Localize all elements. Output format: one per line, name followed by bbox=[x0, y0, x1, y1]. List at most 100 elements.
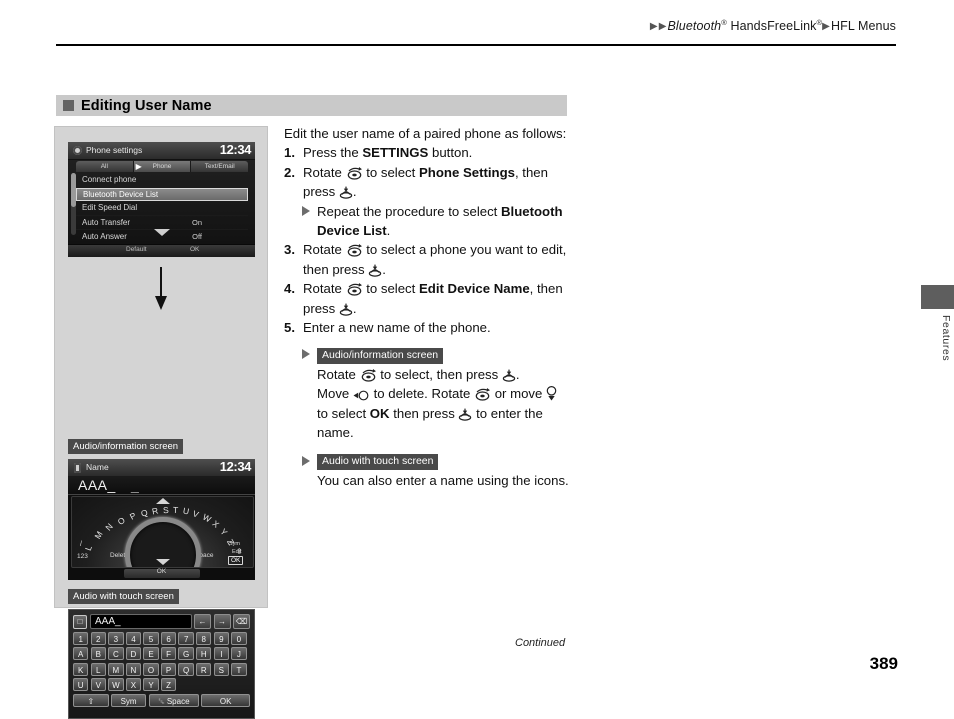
key-3[interactable]: 3 bbox=[108, 631, 124, 645]
key-9[interactable]: 9 bbox=[213, 631, 230, 645]
key-d[interactable]: D bbox=[125, 647, 142, 660]
screen1-tab-phone-label: Phone bbox=[152, 163, 172, 170]
screen1-tabrow: All ▶ Phone Text/Email bbox=[76, 161, 249, 172]
key-blank bbox=[231, 678, 246, 691]
key-f[interactable]: F bbox=[160, 647, 177, 660]
note-2-text: You can also enter a name using the icon… bbox=[317, 472, 569, 488]
key-blank bbox=[196, 678, 211, 691]
breadcrumb-item-hfl-menus: HFL Menus bbox=[830, 19, 896, 34]
key-6[interactable]: 6 bbox=[160, 631, 177, 645]
backspace-icon[interactable]: ⌫ bbox=[233, 614, 250, 629]
arc-letter: T bbox=[172, 504, 179, 516]
scroll-down-icon[interactable] bbox=[153, 229, 170, 236]
arc-letter: Y bbox=[218, 526, 230, 538]
screen2-ok-bar[interactable]: OK bbox=[123, 568, 200, 578]
screen1-tab-textemail[interactable]: Text/Email bbox=[190, 161, 249, 172]
press-knob-icon bbox=[369, 264, 382, 277]
screen2-rotary-selector[interactable]: L M N O P Q R S T U V W X Y Z ⇧ 123 / Sy… bbox=[71, 496, 254, 568]
space-key-label: Space bbox=[166, 697, 190, 706]
key-u[interactable]: U bbox=[73, 678, 89, 691]
key-z[interactable]: Z bbox=[160, 678, 177, 691]
caption-audio-information-screen: Audio/information screen bbox=[68, 439, 184, 454]
screen1-ok-button[interactable]: OK bbox=[190, 246, 199, 253]
step-1: 1. Press the SETTINGS button. bbox=[284, 143, 574, 162]
arc-letter: R bbox=[151, 505, 160, 517]
key-a[interactable]: A bbox=[73, 647, 89, 660]
key-5[interactable]: 5 bbox=[143, 631, 159, 645]
key-g[interactable]: G bbox=[178, 647, 194, 660]
screen-phone-settings: Phone settings 12:34 All ▶ Phone Text/Em… bbox=[68, 142, 255, 257]
key-v[interactable]: V bbox=[90, 678, 106, 691]
key-c[interactable]: C bbox=[108, 647, 124, 660]
step-3-tail: . bbox=[382, 261, 386, 277]
label-sym[interactable]: Sym bbox=[229, 541, 240, 547]
label-edit[interactable]: Edit bbox=[232, 549, 241, 555]
rotate-knob-icon bbox=[347, 166, 362, 180]
key-4[interactable]: 4 bbox=[125, 631, 142, 645]
step-2-tail: . bbox=[352, 184, 357, 200]
move-left-knob-icon bbox=[353, 390, 369, 401]
key-blank bbox=[214, 678, 229, 691]
note-1-l2-pre: Move bbox=[317, 386, 353, 402]
note-1-line-1: Rotate to select, then press . bbox=[284, 365, 574, 384]
menu-row-edit-speed-dial[interactable]: Edit Speed Dial bbox=[76, 201, 248, 216]
label-123[interactable]: 123 bbox=[77, 553, 88, 560]
keyboard-top-row: □ AAA_ ← → ⌫ bbox=[73, 614, 250, 629]
key-e[interactable]: E bbox=[143, 647, 159, 660]
shift-key-icon[interactable]: ⇧ bbox=[73, 694, 109, 707]
keyboard-text-input[interactable]: AAA_ bbox=[90, 614, 192, 629]
key-w[interactable]: W bbox=[108, 678, 124, 691]
ok-key[interactable]: OK bbox=[201, 694, 250, 707]
cursor-right-icon[interactable]: → bbox=[213, 614, 231, 629]
menu-row-auto-answer-value: Off bbox=[192, 232, 202, 241]
arc-letter: N bbox=[103, 521, 115, 533]
screen1-bottombar: Default OK bbox=[68, 244, 255, 257]
keyboard-row-numbers: 1 2 3 4 5 6 7 8 9 0 bbox=[73, 631, 250, 645]
key-1[interactable]: 1 bbox=[73, 631, 89, 645]
screen1-tab-all[interactable]: All bbox=[76, 161, 133, 172]
illustration-panel: Phone settings 12:34 All ▶ Phone Text/Em… bbox=[54, 126, 268, 719]
arc-letter: V bbox=[191, 508, 201, 520]
rotate-knob-icon bbox=[347, 244, 362, 258]
key-8[interactable]: 8 bbox=[196, 631, 212, 645]
menu-row-auto-answer-label: Auto Answer bbox=[82, 232, 127, 241]
screen2-cursor-mark: _ bbox=[131, 477, 139, 493]
menu-row-auto-transfer[interactable]: Auto Transfer On bbox=[76, 216, 248, 230]
rotate-knob-icon bbox=[361, 368, 376, 382]
screen2-name-field[interactable]: AAA_ _ bbox=[68, 476, 255, 495]
note-1-l3-bold: OK bbox=[369, 405, 390, 421]
screen1-default-button[interactable]: Default bbox=[126, 246, 147, 253]
rotate-knob-icon bbox=[475, 388, 491, 401]
note-1-l2-mid: to delete. Rotate bbox=[369, 386, 475, 402]
arc-letter: P bbox=[127, 510, 138, 522]
tab-selected-arrow-icon: ▶ bbox=[135, 162, 142, 171]
key-x[interactable]: X bbox=[125, 678, 142, 691]
key-j[interactable]: J bbox=[231, 647, 247, 660]
instruction-body: Edit the user name of a paired phone as … bbox=[284, 124, 574, 490]
key-i[interactable]: I bbox=[213, 647, 230, 660]
sym-key[interactable]: Sym bbox=[110, 694, 147, 707]
cursor-left-icon[interactable]: ← bbox=[194, 614, 211, 629]
press-knob-icon bbox=[459, 408, 472, 421]
menu-row-connect-phone[interactable]: Connect phone bbox=[76, 173, 248, 188]
rotate-knob-icon bbox=[347, 283, 362, 296]
keyboard-language-icon[interactable]: □ bbox=[73, 614, 87, 629]
key-b[interactable]: B bbox=[90, 647, 106, 660]
key-h[interactable]: H bbox=[196, 647, 212, 660]
key-0[interactable]: 0 bbox=[231, 631, 247, 645]
key-2[interactable]: 2 bbox=[90, 631, 106, 645]
screen1-clock: 12:34 bbox=[219, 142, 252, 157]
key-y[interactable]: Y bbox=[143, 678, 159, 691]
key-7[interactable]: 7 bbox=[178, 631, 194, 645]
rotary-ok-box[interactable]: OK bbox=[228, 556, 244, 565]
rotary-up-arrow-icon[interactable] bbox=[155, 498, 170, 504]
space-key[interactable]: ␛ Space bbox=[148, 694, 200, 707]
rotary-down-arrow-icon[interactable] bbox=[155, 559, 170, 565]
menu-row-bluetooth-device-list[interactable]: Bluetooth Device List bbox=[76, 187, 248, 201]
step-2-pre: Rotate bbox=[303, 164, 346, 180]
screen1-tab-phone[interactable]: ▶ Phone bbox=[132, 161, 191, 172]
side-thumb-tab-label: Features bbox=[940, 315, 952, 362]
arc-letter: X bbox=[210, 518, 222, 530]
bullet-triangle-icon bbox=[302, 205, 310, 216]
label-slash-icon: / bbox=[80, 541, 82, 548]
